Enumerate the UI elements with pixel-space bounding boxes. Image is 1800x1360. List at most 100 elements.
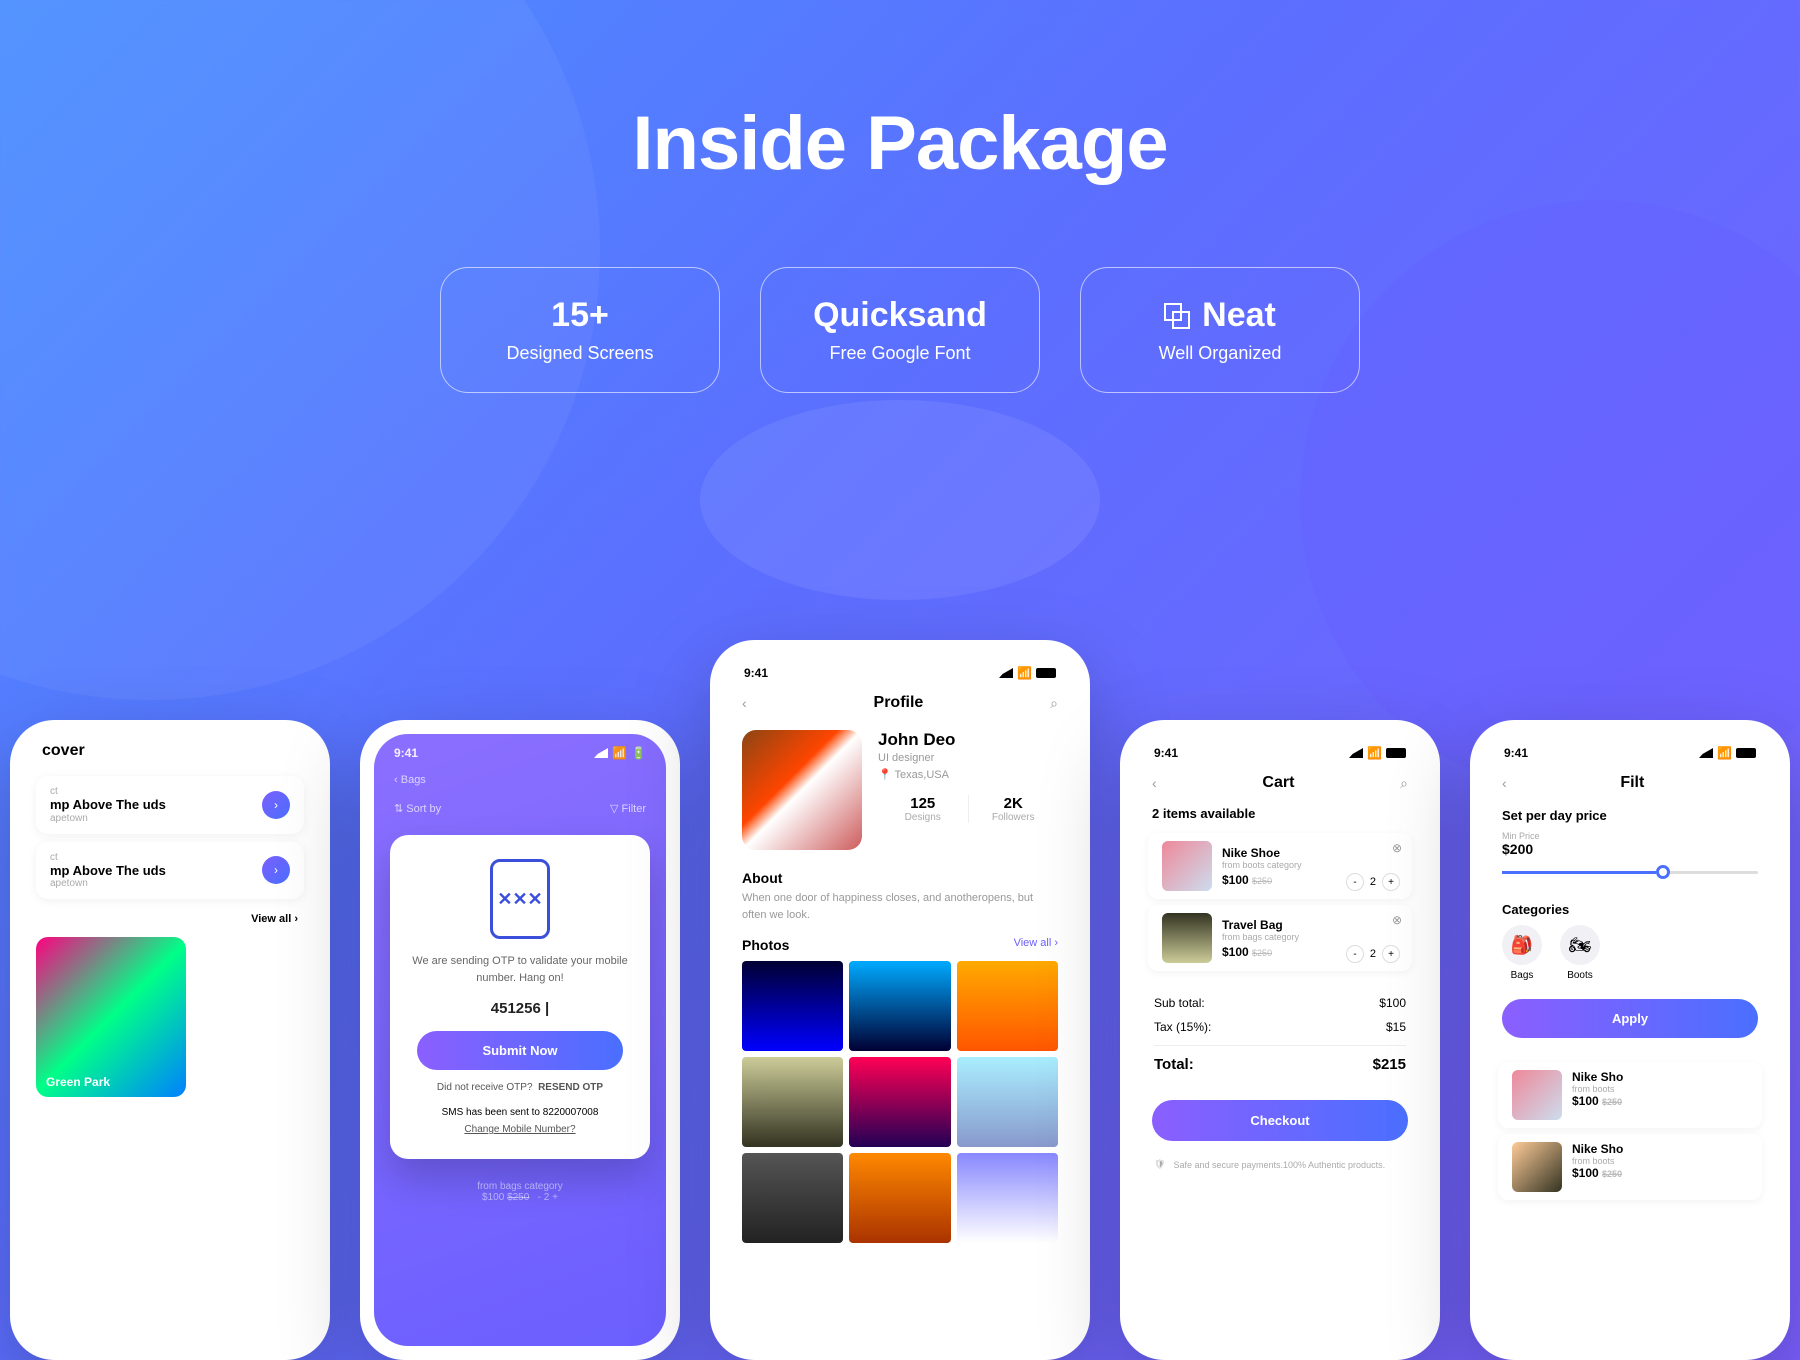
discover-title: cover <box>42 742 85 760</box>
otp-message: We are sending OTP to validate your mobi… <box>406 953 634 986</box>
item-name: Travel Bag <box>1222 918 1398 932</box>
status-icons: 📶 <box>1349 746 1406 760</box>
pill-small: Free Google Font <box>811 343 989 364</box>
checkout-button[interactable]: Checkout <box>1152 1100 1408 1141</box>
item-image <box>1162 841 1212 891</box>
phone-filter: 9:41 📶 ‹ Filt Set per day price Min Pric… <box>1470 720 1790 1360</box>
qty-plus[interactable]: + <box>1382 873 1400 891</box>
sort-link[interactable]: ⇅ Sort by <box>394 802 441 815</box>
cart-item: Travel Bag from bags category $100 $250 … <box>1148 905 1412 971</box>
otp-input[interactable]: 451256 | <box>406 1000 634 1017</box>
remove-icon[interactable]: ⊗ <box>1392 913 1402 927</box>
search-icon[interactable]: ⌕ <box>1400 775 1408 792</box>
submit-button[interactable]: Submit Now <box>417 1031 622 1070</box>
pill-small: Designed Screens <box>491 343 669 364</box>
card-title: mp Above The uds <box>50 797 166 813</box>
resend-row: Did not receive OTP? RESEND OTP <box>406 1082 634 1093</box>
page-title: Filt <box>1620 774 1644 792</box>
category-boots[interactable]: 🏍Boots <box>1560 925 1600 981</box>
card-loc: apetown <box>50 878 166 889</box>
photo-card[interactable]: Green Park ★ 2.8 <box>36 937 186 1097</box>
photo-thumb[interactable] <box>742 1153 843 1243</box>
back-link[interactable]: ‹ Bags <box>394 774 426 786</box>
categories-heading: Categories <box>1484 888 1776 925</box>
result-item[interactable]: Nike Sho from boots $100 $250 <box>1498 1062 1762 1128</box>
status-time: 9:41 <box>744 666 768 680</box>
qty-value: 2 <box>1370 948 1376 960</box>
stat-designs: 125Designs <box>878 795 969 823</box>
item-name: Nike Sho <box>1572 1142 1623 1156</box>
list-card[interactable]: ct mp Above The uds apetown › <box>36 776 304 834</box>
price-slider[interactable] <box>1502 871 1758 874</box>
qty-value: 2 <box>1370 876 1376 888</box>
tax-label: Tax (15%): <box>1154 1020 1211 1034</box>
item-name: Nike Sho <box>1572 1070 1623 1084</box>
phone-profile: 9:41 📶 ‹ Profile ⌕ John Deo UI designer … <box>710 640 1090 1360</box>
page-title: Cart <box>1262 774 1294 792</box>
tax-value: $15 <box>1386 1020 1406 1034</box>
item-category: from bags category <box>1222 932 1398 942</box>
arrow-button[interactable]: › <box>262 856 290 884</box>
status-icons: 📶 <box>1699 746 1756 760</box>
category-bags[interactable]: 🎒Bags <box>1502 925 1542 981</box>
profile-name: John Deo <box>878 730 1058 750</box>
photo-thumb[interactable] <box>957 1057 1058 1147</box>
search-icon[interactable]: ⌕ <box>1050 695 1058 712</box>
card-tag: ct <box>50 852 166 863</box>
phone-cart: 9:41 📶 ‹ Cart ⌕ 2 items available Nike S… <box>1120 720 1440 1360</box>
photo-thumb[interactable] <box>849 1153 950 1243</box>
back-icon[interactable]: ‹ <box>1152 775 1157 791</box>
remove-icon[interactable]: ⊗ <box>1392 841 1402 855</box>
item-category: from boots <box>1572 1084 1623 1094</box>
resend-link[interactable]: RESEND OTP <box>538 1082 603 1093</box>
pill-screens: 15+ Designed Screens <box>440 267 720 393</box>
qty-minus[interactable]: - <box>1346 873 1364 891</box>
qty-plus[interactable]: + <box>1382 945 1400 963</box>
subtotal-value: $100 <box>1379 996 1406 1010</box>
item-category: from boots <box>1572 1156 1623 1166</box>
about-heading: About <box>724 860 1076 890</box>
page-title: Profile <box>874 694 924 712</box>
card-loc: apetown <box>50 813 166 824</box>
item-image <box>1162 913 1212 963</box>
pill-font: Quicksand Free Google Font <box>760 267 1040 393</box>
qty-minus[interactable]: - <box>1346 945 1364 963</box>
photo-thumb[interactable] <box>742 1057 843 1147</box>
phone-discover: cover ct mp Above The uds apetown › ct m… <box>10 720 330 1360</box>
avatar <box>742 730 862 850</box>
pill-big: Neat <box>1202 296 1276 335</box>
otp-modal: ✕✕✕ We are sending OTP to validate your … <box>390 835 650 1159</box>
items-heading: 2 items available <box>1134 800 1426 827</box>
total-label: Total: <box>1154 1056 1194 1073</box>
phone-icon: ✕✕✕ <box>490 859 550 939</box>
back-icon[interactable]: ‹ <box>742 695 747 711</box>
view-all-link[interactable]: View all › <box>24 907 316 931</box>
arrow-button[interactable]: › <box>262 791 290 819</box>
card-tag: ct <box>50 786 166 797</box>
pill-neat: Neat Well Organized <box>1080 267 1360 393</box>
item-name: Nike Shoe <box>1222 846 1398 860</box>
photo-thumb[interactable] <box>957 1153 1058 1243</box>
photo-thumb[interactable] <box>742 961 843 1051</box>
photo-thumb[interactable] <box>957 961 1058 1051</box>
bg-cart-item: from bags category $100 $250 - 2 + <box>374 1171 666 1213</box>
status-icons: 📶🔋 <box>594 746 646 760</box>
photo-thumb[interactable] <box>849 1057 950 1147</box>
back-icon[interactable]: ‹ <box>1502 775 1507 791</box>
phone-otp: 9:41 📶🔋 ‹ Bags ⇅ Sort by ▽ Filter ✕✕✕ We… <box>360 720 680 1360</box>
secure-text: Safe and secure payments.100% Authentic … <box>1173 1160 1385 1170</box>
layers-icon <box>1164 303 1190 329</box>
min-value: $200 <box>1484 841 1776 857</box>
photo-thumb[interactable] <box>849 961 950 1051</box>
list-card[interactable]: ct mp Above The uds apetown › <box>36 842 304 900</box>
status-time: 9:41 <box>1154 746 1178 760</box>
photos-heading: Photos <box>742 937 789 953</box>
shield-icon: 🛡 <box>1154 1159 1165 1170</box>
card-title: mp Above The uds <box>50 863 166 879</box>
change-number-link[interactable]: Change Mobile Number? <box>406 1124 634 1135</box>
apply-button[interactable]: Apply <box>1502 999 1758 1038</box>
result-item[interactable]: Nike Sho from boots $100 $250 <box>1498 1134 1762 1200</box>
view-all-link[interactable]: View all › <box>1014 937 1058 953</box>
filter-link[interactable]: ▽ Filter <box>610 802 646 815</box>
hero-title: Inside Package <box>0 100 1800 187</box>
